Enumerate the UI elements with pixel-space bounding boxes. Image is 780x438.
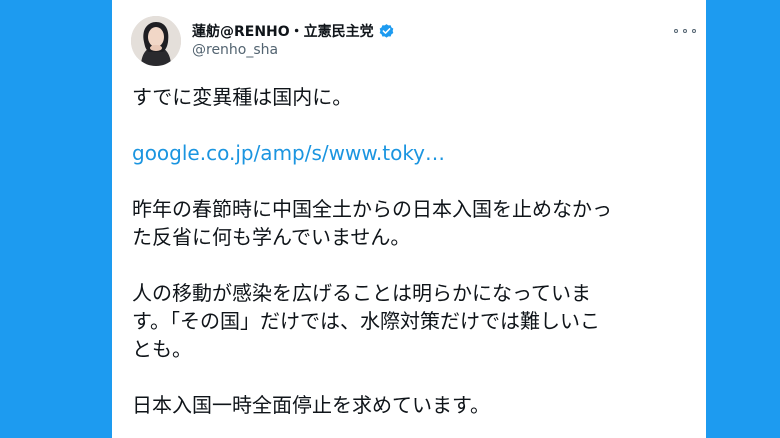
more-options-icon[interactable] — [674, 24, 696, 38]
tweet-paragraph-1: すでに変異種は国内に。 — [132, 83, 692, 111]
display-name[interactable]: 蓮舫@RENHO・立憲民主党 — [192, 21, 374, 41]
profile-photo-icon — [131, 16, 181, 66]
tweet-paragraph-3: 昨年の春節時に中国全土からの日本入国を止めなかっ た反省に何も学んでいません。 — [132, 195, 692, 251]
author-handle[interactable]: @renho_sha — [192, 42, 278, 58]
tweet-line: す。「その国」だけでは、水際対策だけでは難しいこ — [132, 309, 600, 333]
tweet-paragraph-5: 日本入国一時全面停止を求めています。 — [132, 391, 692, 419]
tweet-line: すでに変異種は国内に。 — [132, 85, 353, 109]
tweet-paragraph-4: 人の移動が感染を広げることは明らかになっていま す。「その国」だけでは、水際対策… — [132, 279, 692, 363]
background-left — [0, 0, 112, 438]
tweet-line: 日本入国一時全面停止を求めています。 — [132, 393, 490, 417]
verified-badge-icon — [378, 23, 395, 40]
tweet-line: 人の移動が感染を広げることは明らかになっていま — [132, 281, 591, 305]
tweet-text: すでに変異種は国内に。 google.co.jp/amp/s/www.toky…… — [132, 83, 692, 438]
tweet-paragraph-2: google.co.jp/amp/s/www.toky… — [132, 139, 692, 167]
tweet-line: た反省に何も学んでいません。 — [132, 225, 411, 249]
tweet-line: とも。 — [132, 337, 192, 361]
tweet-card: 蓮舫@RENHO・立憲民主党 @renho_sha すでに変異種は国内に。 go… — [112, 0, 706, 438]
background-right — [706, 0, 780, 438]
author-name-row[interactable]: 蓮舫@RENHO・立憲民主党 — [192, 20, 395, 42]
avatar[interactable] — [131, 16, 181, 66]
tweet-link[interactable]: google.co.jp/amp/s/www.toky… — [132, 141, 445, 165]
tweet-line: 昨年の春節時に中国全土からの日本入国を止めなかっ — [132, 197, 612, 221]
